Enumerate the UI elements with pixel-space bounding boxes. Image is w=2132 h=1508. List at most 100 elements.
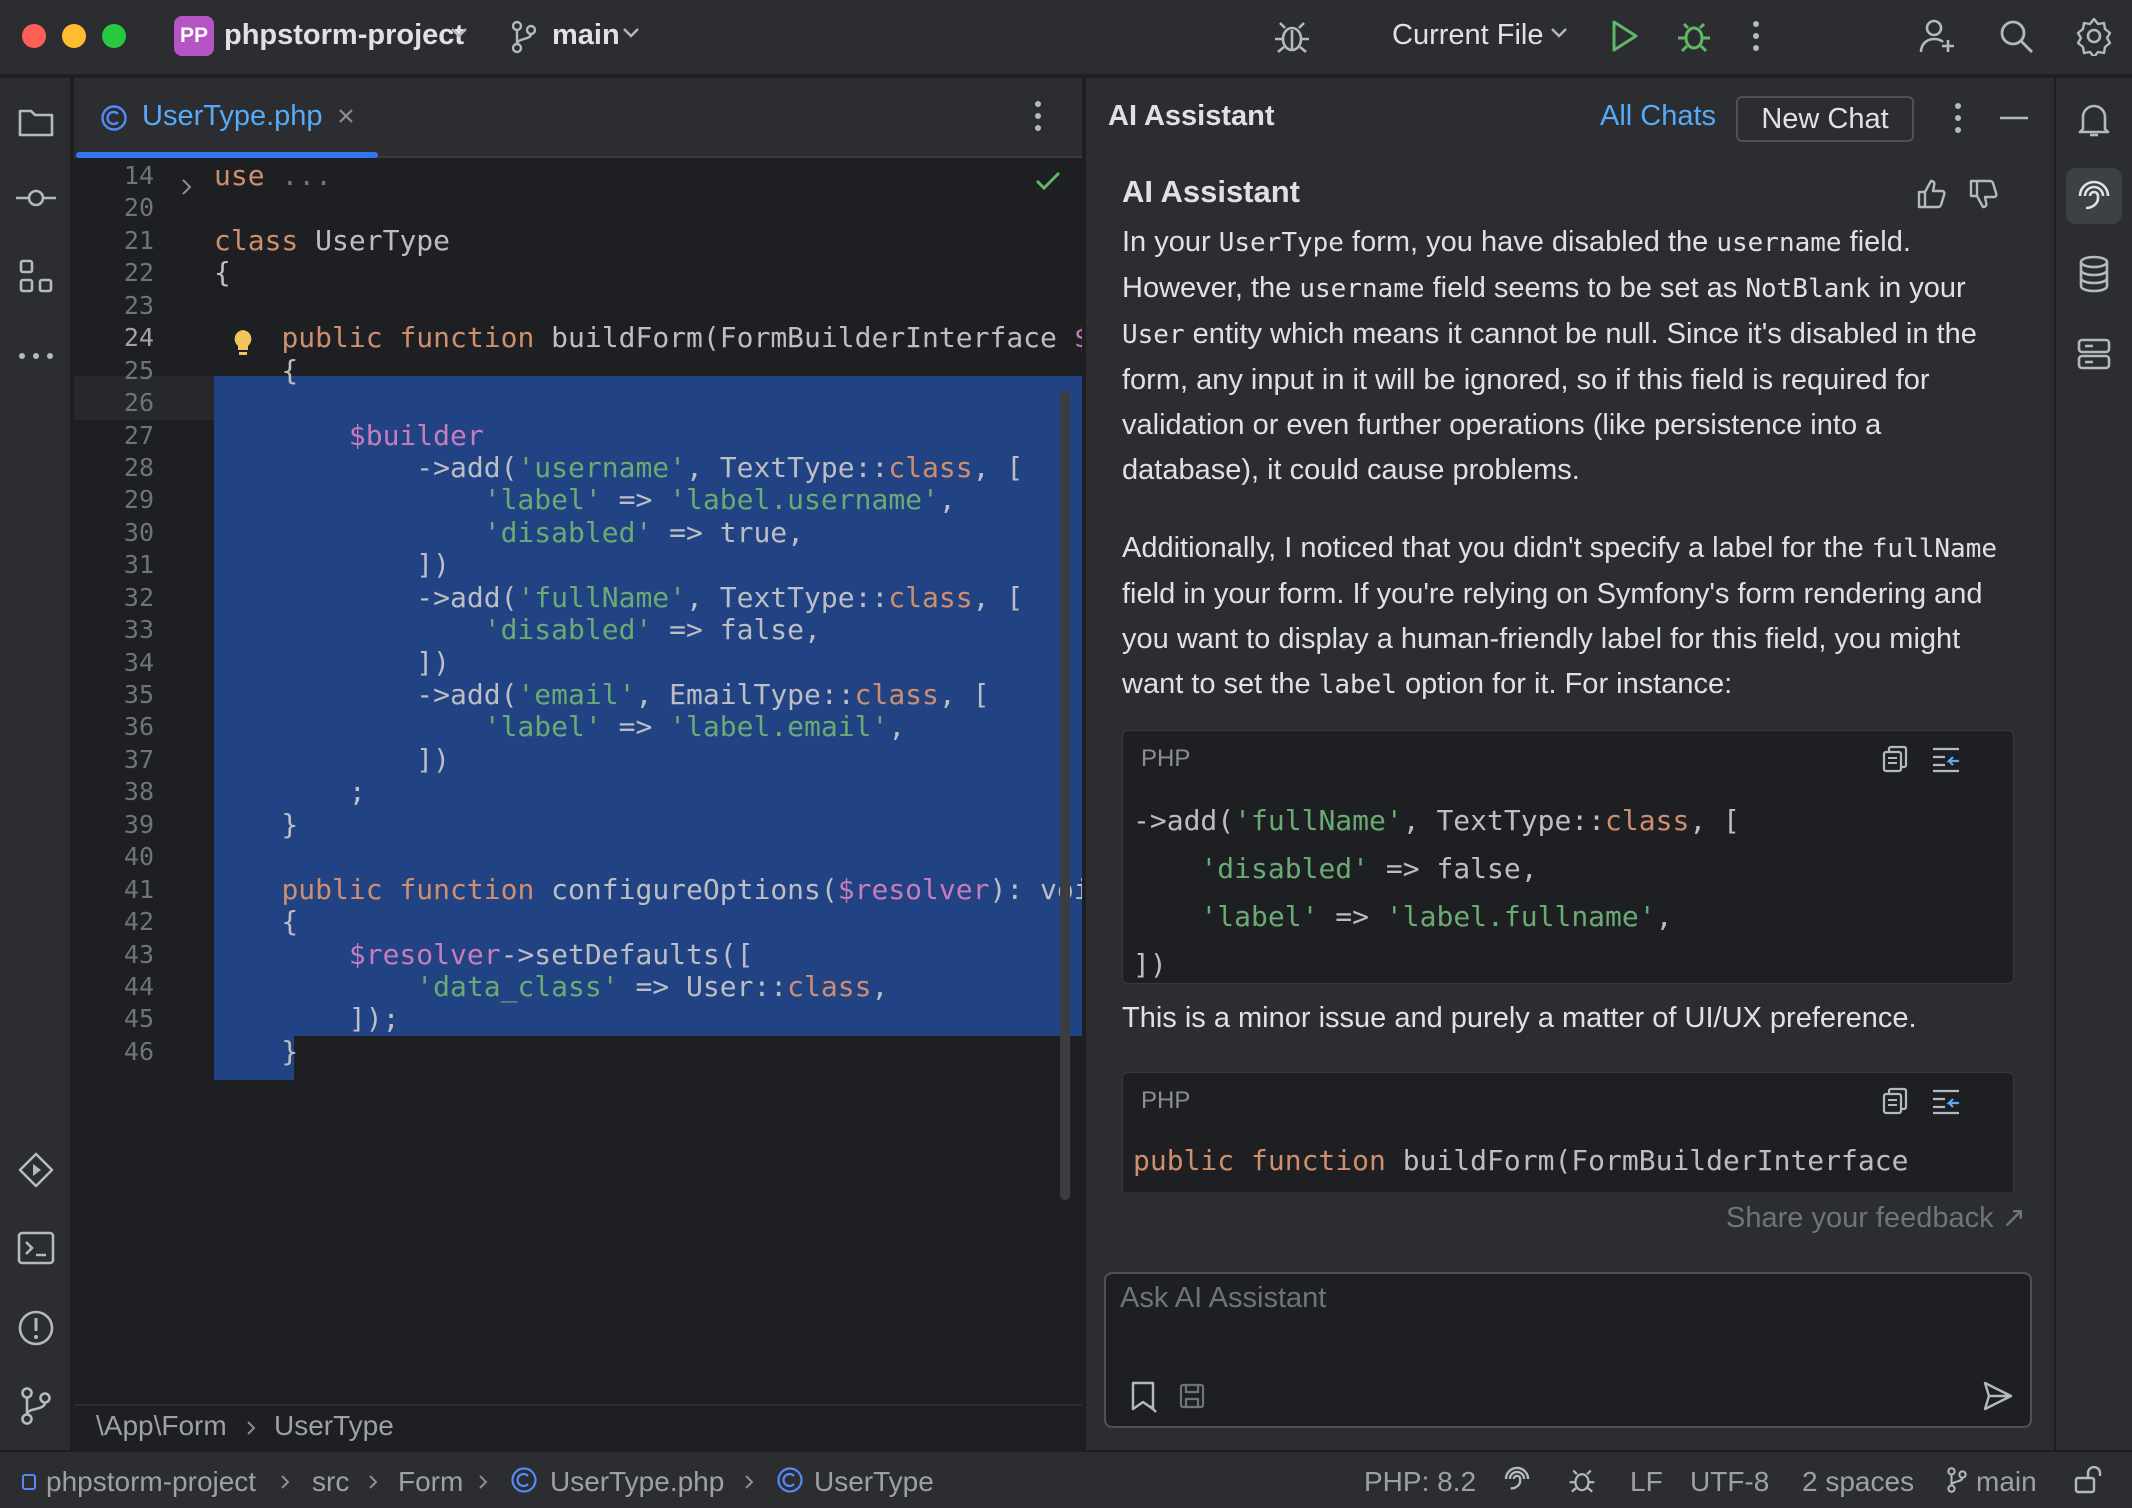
chevron-right-icon xyxy=(368,1474,378,1490)
message-paragraph-3: This is a minor issue and purely a matte… xyxy=(1122,1002,1917,1034)
debug-settings-icon[interactable] xyxy=(1270,14,1314,58)
code-block-line: 'disabled' => false, xyxy=(1200,852,1538,885)
code-language-label: PHP xyxy=(1141,745,1191,772)
more-icon[interactable] xyxy=(8,328,64,384)
code-line: public function buildForm(FormBuilderInt… xyxy=(281,321,1082,354)
project-switcher[interactable]: phpstorm-project xyxy=(224,19,464,52)
branch-icon xyxy=(510,20,538,54)
chevron-down-icon[interactable] xyxy=(1550,26,1568,40)
panel-title: AI Assistant xyxy=(1108,100,1275,132)
tab-usertype-php[interactable]: UserType.php xyxy=(74,78,380,158)
checkmark-icon xyxy=(1034,170,1062,192)
breadcrumb-namespace[interactable]: \App\Form xyxy=(96,1410,227,1442)
code-block-lines: ->add('fullName', TextType::class, [ 'di… xyxy=(1133,797,1740,989)
zoom-window-button[interactable] xyxy=(102,24,126,48)
message-paragraph-1: In your UserType form, you have disabled… xyxy=(1122,226,1977,486)
code-editor[interactable]: 14 use ... 20 21 class UserType 22{23 24 publi… xyxy=(74,160,1082,1404)
minimize-window-button[interactable] xyxy=(62,24,86,48)
all-chats-link[interactable]: All Chats xyxy=(1600,100,1716,133)
debug-status-icon[interactable] xyxy=(1566,1464,1598,1496)
active-tab-indicator xyxy=(76,152,378,158)
line-ending[interactable]: LF xyxy=(1630,1466,1663,1498)
lock-icon[interactable] xyxy=(2074,1466,2104,1494)
code-line: use ... xyxy=(214,160,333,192)
save-prompt-icon[interactable] xyxy=(1178,1382,1206,1410)
fold-chevron-icon[interactable] xyxy=(180,178,194,196)
terminal-icon[interactable] xyxy=(8,1220,64,1276)
services-icon[interactable] xyxy=(8,1142,64,1198)
more-actions-icon[interactable] xyxy=(1748,16,1764,56)
code-language-label: PHP xyxy=(1141,1087,1191,1114)
line-number: 46 xyxy=(123,1037,154,1066)
settings-icon[interactable] xyxy=(2074,16,2114,56)
php-version[interactable]: PHP: 8.2 xyxy=(1364,1466,1476,1498)
share-feedback-link[interactable]: Share your feedback ↗ xyxy=(1726,1200,2026,1235)
status-path-class[interactable]: UserType xyxy=(814,1466,934,1498)
debug-icon[interactable] xyxy=(1674,16,1714,56)
status-path-form[interactable]: Form xyxy=(398,1466,463,1498)
chevron-down-icon[interactable] xyxy=(450,26,468,40)
code-block-lines: public function buildForm(FormBuilderInt… xyxy=(1133,1137,1908,1185)
ask-ai-input[interactable]: Ask AI Assistant xyxy=(1104,1272,2032,1428)
ai-status-icon[interactable] xyxy=(1502,1464,1532,1494)
code-block-line: ->add('fullName', TextType::class, [ xyxy=(1133,804,1740,837)
project-badge[interactable]: PP xyxy=(174,16,214,56)
send-icon[interactable] xyxy=(1982,1380,2014,1412)
chevron-right-icon xyxy=(478,1474,488,1490)
insert-icon[interactable] xyxy=(1931,745,1961,773)
message-author: AI Assistant xyxy=(1122,174,1301,209)
title-bar: PP phpstorm-project main Current File xyxy=(0,0,2132,76)
lightbulb-icon[interactable] xyxy=(230,328,256,358)
ai-chat-message: AI Assistant In your UserType form, you … xyxy=(1122,172,2022,1192)
chevron-down-icon[interactable] xyxy=(622,26,640,40)
add-user-icon[interactable] xyxy=(1918,16,1958,56)
new-chat-button[interactable]: New Chat xyxy=(1736,96,1914,142)
search-icon[interactable] xyxy=(1996,16,2036,56)
git-icon[interactable] xyxy=(8,1378,64,1434)
bookmark-icon[interactable] xyxy=(1128,1380,1160,1414)
close-tab-icon[interactable] xyxy=(336,106,356,126)
editor-tab-bar: UserType.php xyxy=(74,78,1082,158)
class-file-icon xyxy=(100,104,128,132)
message-paragraph-2: Additionally, I noticed that you didn't … xyxy=(1122,532,1998,700)
branch-icon xyxy=(1946,1466,1968,1494)
commit-icon[interactable] xyxy=(8,170,64,226)
more-actions-icon[interactable] xyxy=(1032,98,1044,134)
database-icon[interactable] xyxy=(2066,246,2122,302)
status-bar: phpstorm-project src Form UserType.php U… xyxy=(0,1450,2132,1508)
vertical-scrollbar[interactable] xyxy=(1060,390,1070,1200)
more-actions-icon[interactable] xyxy=(1952,100,1964,136)
status-path-src[interactable]: src xyxy=(312,1466,349,1498)
close-window-button[interactable] xyxy=(22,24,46,48)
structure-icon[interactable] xyxy=(8,248,64,304)
chevron-right-icon xyxy=(280,1474,290,1490)
thumbs-up-icon[interactable] xyxy=(1916,178,1948,210)
left-tool-strip xyxy=(0,78,72,1450)
class-file-icon xyxy=(510,1466,538,1494)
run-configuration-selector[interactable]: Current File xyxy=(1392,19,1544,52)
copy-icon[interactable] xyxy=(1881,1087,1909,1115)
problems-icon[interactable] xyxy=(8,1300,64,1356)
code-line: { xyxy=(214,256,231,289)
status-path-project[interactable]: phpstorm-project xyxy=(46,1466,256,1498)
minimize-icon[interactable] xyxy=(2000,116,2028,120)
code-line: } xyxy=(214,1035,299,1068)
run-icon[interactable] xyxy=(1608,18,1642,54)
code-line: } xyxy=(214,808,299,841)
insert-icon[interactable] xyxy=(1931,1087,1961,1115)
tab-label: UserType.php xyxy=(142,100,323,132)
copy-icon[interactable] xyxy=(1881,745,1909,773)
branch-switcher[interactable]: main xyxy=(552,19,620,52)
thumbs-down-icon[interactable] xyxy=(1968,178,2000,210)
git-branch-status[interactable]: main xyxy=(1976,1466,2037,1498)
folder-icon[interactable] xyxy=(8,94,64,150)
indent-setting[interactable]: 2 spaces xyxy=(1802,1466,1914,1498)
bell-icon[interactable] xyxy=(2066,92,2122,148)
right-tool-strip xyxy=(2054,78,2132,1450)
status-path-file[interactable]: UserType.php xyxy=(550,1466,724,1498)
ai-icon[interactable] xyxy=(2066,168,2122,224)
breadcrumb-class[interactable]: UserType xyxy=(274,1410,394,1442)
server-icon[interactable] xyxy=(2066,326,2122,382)
project-icon xyxy=(22,1474,36,1490)
file-encoding[interactable]: UTF-8 xyxy=(1690,1466,1769,1498)
